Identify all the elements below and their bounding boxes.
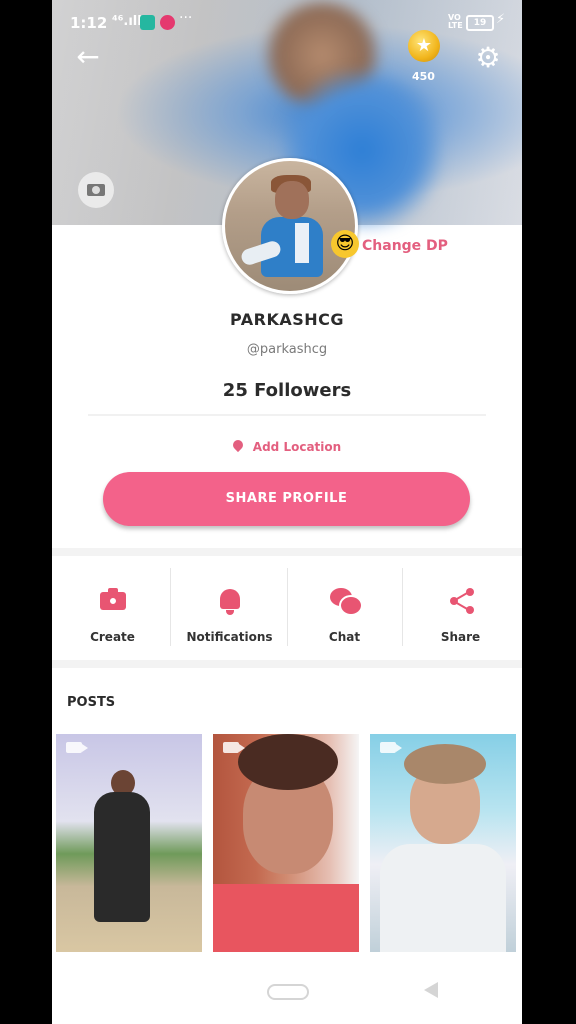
- share-button[interactable]: Share: [402, 568, 519, 650]
- followers-count[interactable]: 25 Followers: [52, 380, 522, 401]
- home-button[interactable]: [267, 984, 309, 1000]
- camera-icon: [98, 586, 128, 616]
- share-label: Share: [440, 630, 481, 644]
- section-separator: [52, 548, 522, 556]
- create-button[interactable]: Create: [54, 568, 171, 650]
- divider: [88, 414, 486, 416]
- profile-avatar[interactable]: [222, 158, 358, 294]
- posts-heading: POSTS: [67, 695, 116, 710]
- video-icon: [223, 742, 245, 753]
- charging-icon: ⚡: [496, 12, 506, 27]
- section-separator: [52, 660, 522, 668]
- post-thumbnail[interactable]: [213, 734, 359, 952]
- status-bar: 1:12 ⁴⁶.ıll ··· VO LTE 19 ⚡: [52, 6, 522, 38]
- back-button[interactable]: ←: [72, 42, 104, 74]
- notifications-label: Notifications: [186, 630, 273, 644]
- coin-count: 450: [412, 70, 435, 83]
- volte-icon: VO LTE: [448, 13, 463, 30]
- more-notifications-icon: ···: [179, 10, 193, 26]
- settings-button[interactable]: ⚙: [470, 40, 506, 76]
- battery-icon: 19: [466, 15, 494, 31]
- video-icon: [66, 742, 88, 753]
- whatsapp-icon: [140, 15, 155, 30]
- profile-screen: 1:12 ⁴⁶.ıll ··· VO LTE 19 ⚡ ← ★ 450 ⚙ 😎 …: [52, 0, 522, 1024]
- sunglasses-emoji-icon[interactable]: 😎: [331, 230, 359, 258]
- video-icon: [380, 742, 402, 753]
- post-thumbnail[interactable]: [370, 734, 516, 952]
- change-dp-link[interactable]: Change DP: [362, 238, 448, 254]
- signal-icon: ⁴⁶.ıll: [112, 14, 142, 29]
- location-pin-icon: [230, 437, 245, 453]
- add-location-link[interactable]: Add Location: [52, 436, 522, 455]
- post-thumbnail[interactable]: [56, 734, 202, 952]
- share-icon: [446, 586, 476, 616]
- add-location-label: Add Location: [252, 440, 342, 454]
- status-time: 1:12: [70, 14, 108, 32]
- bell-icon: [215, 586, 245, 616]
- app-notification-icon: [160, 15, 175, 30]
- nav-back-button[interactable]: [424, 982, 438, 998]
- create-label: Create: [90, 630, 135, 644]
- chat-icon: [330, 586, 363, 616]
- chat-button[interactable]: Chat: [286, 568, 403, 650]
- coin-icon[interactable]: ★: [408, 30, 440, 62]
- action-bar: Create Notifications Chat Share: [52, 568, 522, 650]
- camera-icon: [87, 184, 105, 196]
- display-name: PARKASHCG: [229, 310, 345, 329]
- change-cover-button[interactable]: [78, 172, 114, 208]
- notifications-button[interactable]: Notifications: [171, 568, 288, 650]
- system-nav-bar: [52, 954, 522, 1024]
- chat-label: Chat: [328, 630, 361, 644]
- share-profile-button[interactable]: SHARE PROFILE: [103, 472, 470, 526]
- username: @parkashcg: [246, 342, 328, 357]
